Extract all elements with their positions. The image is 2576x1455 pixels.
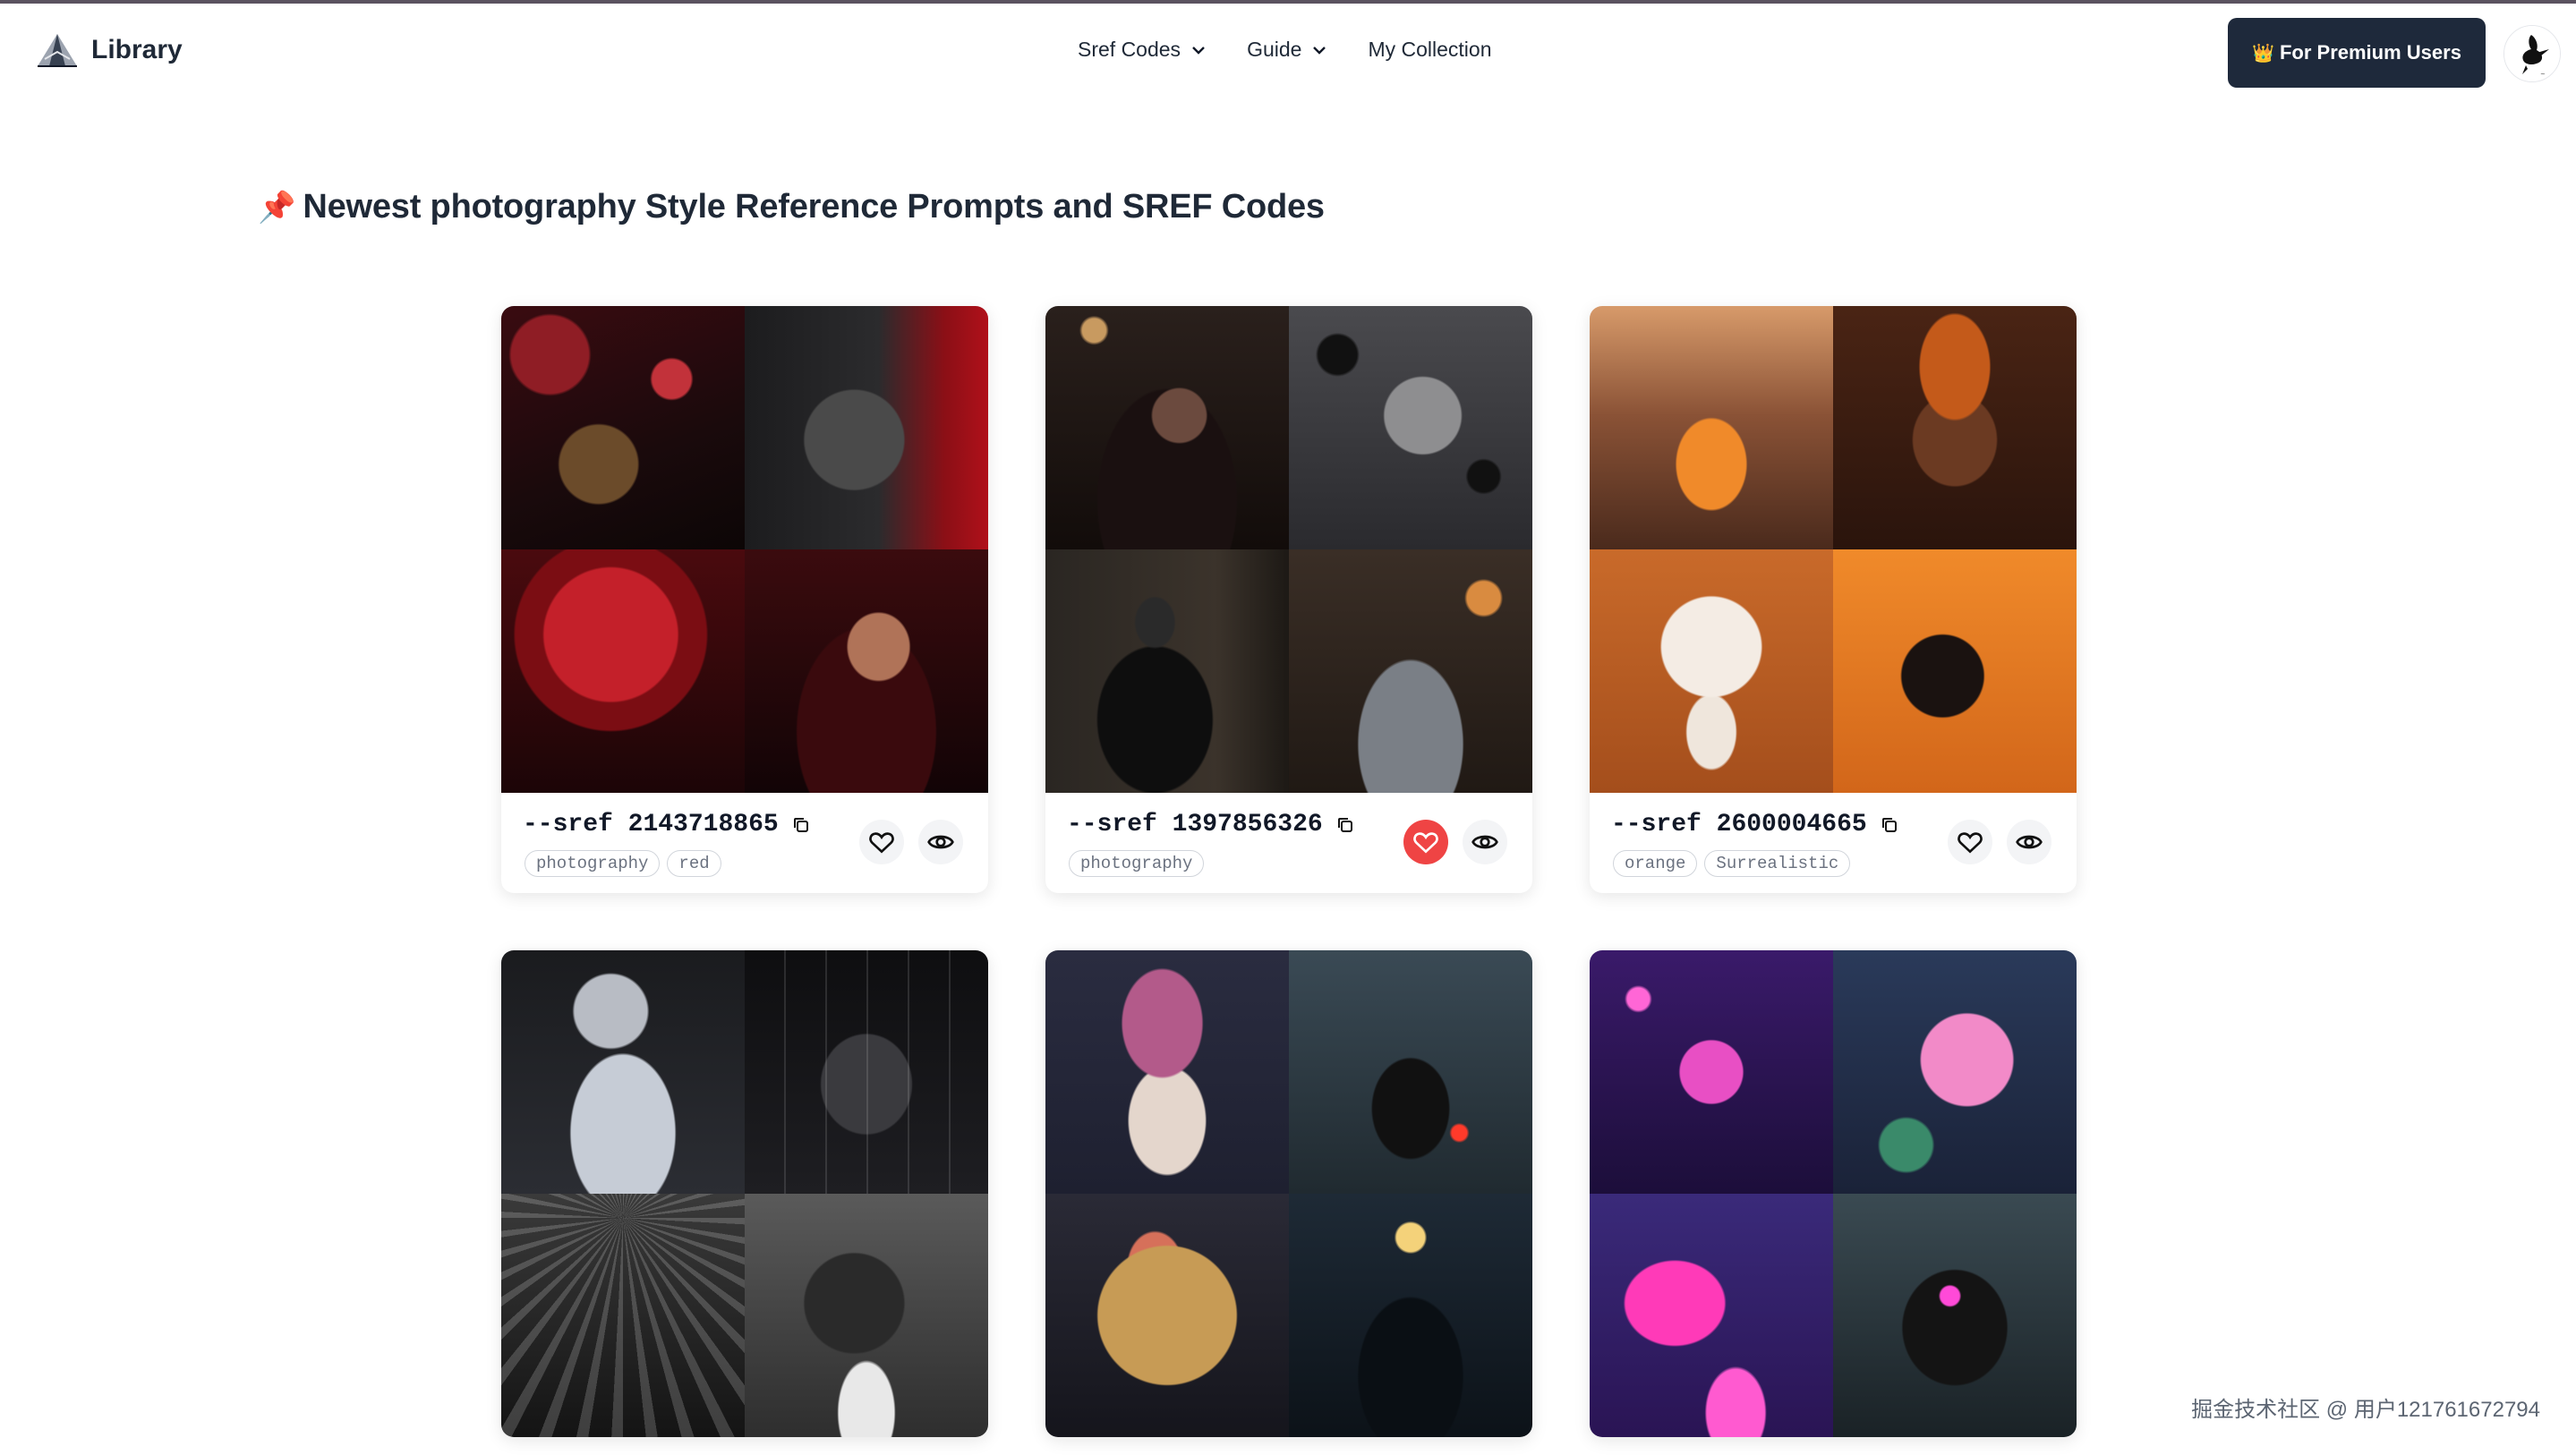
eye-icon: [927, 835, 954, 849]
sref-code: --sref 2600004665: [1611, 811, 1899, 838]
nav-item-my-collection[interactable]: My Collection: [1368, 38, 1491, 62]
copy-icon[interactable]: [1880, 815, 1899, 835]
card-image-collage[interactable]: [1590, 306, 2077, 793]
sref-card[interactable]: [1045, 950, 1532, 1437]
watermark-text: 掘金技术社区 @ 用户121761672794: [2191, 1398, 2540, 1422]
navbar: Library Sref Codes Guide My Collection 👑…: [0, 4, 2576, 100]
sref-number: 1397856326: [1172, 811, 1323, 838]
card-image-collage[interactable]: [1045, 306, 1532, 793]
tag-list: orange Surrealistic: [1613, 850, 1851, 877]
card-actions: [859, 820, 963, 864]
image-tile-neon-street: [1590, 1194, 1833, 1437]
image-tile-wings: [501, 1194, 745, 1437]
image-tile-orange-house: [1590, 306, 1833, 549]
image-tile-toad: [501, 306, 745, 549]
like-button[interactable]: [1403, 820, 1448, 864]
sref-prefix: --sref: [1067, 811, 1157, 838]
eye-icon: [2016, 835, 2043, 849]
sref-card[interactable]: [501, 950, 988, 1437]
page-heading: 📌 Newest photography Style Reference Pro…: [258, 188, 1325, 226]
nav-item-label: My Collection: [1368, 38, 1492, 61]
tag-list: photography red: [525, 850, 721, 877]
main-nav: Sref Codes Guide My Collection: [1078, 38, 1491, 62]
card-actions: [1948, 820, 2051, 864]
sref-prefix: --sref: [1611, 811, 1702, 838]
logo-icon: [38, 34, 77, 67]
sref-code: --sref 1397856326: [1067, 811, 1355, 838]
card-actions: [1403, 820, 1507, 864]
card-meta: --sref 2600004665 orange Surrealistic: [1590, 793, 2077, 893]
sref-card[interactable]: [1590, 950, 2077, 1437]
image-tile-bed: [1289, 549, 1532, 793]
card-meta: --sref 1397856326 photography: [1045, 793, 1532, 893]
like-button[interactable]: [1948, 820, 1992, 864]
sref-card[interactable]: --sref 2600004665 orange Surrealistic: [1590, 306, 2077, 893]
chevron-down-icon: [1192, 46, 1205, 55]
avatar-image: ~: [2504, 26, 2560, 81]
nav-item-label: Guide: [1247, 38, 1302, 61]
nav-item-guide[interactable]: Guide: [1247, 38, 1328, 62]
image-tile-armchair: [745, 1194, 988, 1437]
image-tile-black-heart: [1833, 549, 2077, 793]
tag[interactable]: photography: [525, 850, 661, 877]
image-tile-crown-figure: [745, 950, 988, 1194]
image-tile-dark-queen: [1833, 1194, 2077, 1437]
image-tile-dna-helix: [1590, 950, 1833, 1194]
image-tile-woman-glasses: [745, 549, 988, 793]
view-button[interactable]: [2007, 820, 2051, 864]
logo-text: Library: [91, 35, 183, 64]
image-tile-car-street: [1289, 950, 1532, 1194]
image-tile-dancing: [1045, 306, 1289, 549]
chevron-down-icon: [1313, 46, 1326, 55]
sref-card[interactable]: --sref 1397856326 photography: [1045, 306, 1532, 893]
page-title: Newest photography Style Reference Promp…: [303, 188, 1325, 225]
image-tile-neon-number: [1833, 950, 2077, 1194]
pin-icon: 📌: [258, 190, 296, 225]
logo[interactable]: Library: [36, 32, 183, 68]
svg-text:~: ~: [2540, 71, 2546, 78]
view-button[interactable]: [918, 820, 963, 864]
tag[interactable]: orange: [1613, 850, 1698, 877]
sref-card[interactable]: --sref 2143718865 photography red: [501, 306, 988, 893]
sref-number: 2600004665: [1716, 811, 1867, 838]
card-image-collage[interactable]: [501, 950, 988, 1437]
copy-icon[interactable]: [1335, 815, 1355, 835]
avatar[interactable]: ~: [2503, 25, 2561, 82]
copy-icon[interactable]: [791, 815, 811, 835]
card-meta: --sref 2143718865 photography red: [501, 793, 988, 893]
heart-icon: [1413, 832, 1438, 854]
view-button[interactable]: [1463, 820, 1507, 864]
premium-button-label: For Premium Users: [2279, 41, 2461, 64]
tag[interactable]: photography: [1069, 850, 1205, 877]
image-tile-night-castle: [1289, 1194, 1532, 1437]
like-button[interactable]: [859, 820, 904, 864]
nav-item-sref-codes[interactable]: Sref Codes: [1078, 38, 1207, 62]
image-tile-portrait-hat: [1045, 1194, 1289, 1437]
image-tile-astronaut: [1289, 306, 1532, 549]
nav-item-label: Sref Codes: [1078, 38, 1181, 61]
premium-users-button[interactable]: 👑 For Premium Users: [2228, 18, 2486, 88]
image-tile-statue: [745, 306, 988, 549]
tag[interactable]: red: [667, 850, 721, 877]
image-tile-red-sun: [501, 549, 745, 793]
image-tile-suit-man: [1045, 549, 1289, 793]
heart-icon: [869, 832, 894, 854]
image-tile-vr-headset: [1045, 950, 1289, 1194]
sref-prefix: --sref: [523, 811, 613, 838]
card-image-collage[interactable]: [1590, 950, 2077, 1437]
crown-icon: 👑: [2252, 43, 2274, 64]
image-tile-turban-man: [1833, 306, 2077, 549]
heart-icon: [1958, 832, 1983, 854]
eye-icon: [1471, 835, 1498, 849]
sref-code: --sref 2143718865: [523, 811, 811, 838]
image-tile-silver-hood: [501, 950, 745, 1194]
sref-number: 2143718865: [627, 811, 779, 838]
card-image-collage[interactable]: [501, 306, 988, 793]
tag-list: photography: [1069, 850, 1205, 877]
tag[interactable]: Surrealistic: [1704, 850, 1851, 877]
image-tile-flower-dress: [1590, 549, 1833, 793]
card-image-collage[interactable]: [1045, 950, 1532, 1437]
